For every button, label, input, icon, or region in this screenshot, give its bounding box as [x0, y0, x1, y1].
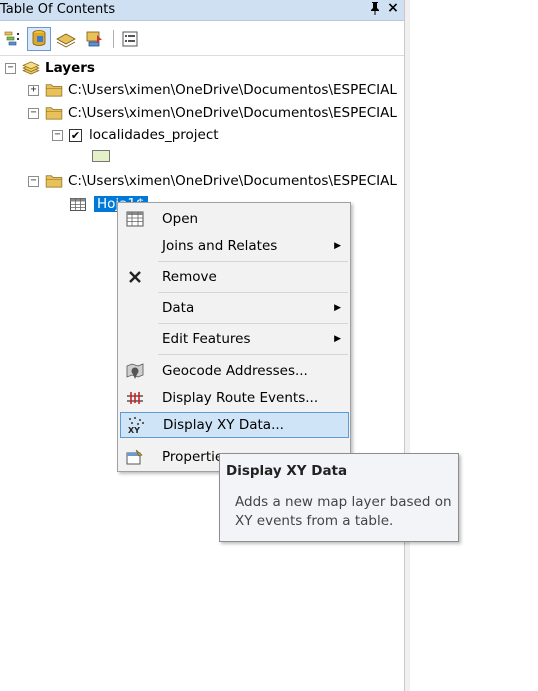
- tooltip-title: Display XY Data: [226, 463, 348, 479]
- list-by-visibility-icon[interactable]: [54, 27, 78, 51]
- menu-item-geocode-addresses[interactable]: Geocode Addresses...: [120, 358, 349, 384]
- menu-separator: [158, 292, 348, 293]
- menu-separator: [158, 323, 348, 324]
- panel-titlebar: Table Of Contents ×: [0, 0, 404, 21]
- menu-item-label: Joins and Relates: [162, 238, 278, 254]
- table-icon: [70, 197, 86, 211]
- properties-icon: [120, 449, 150, 465]
- expand-icon[interactable]: +: [28, 84, 39, 96]
- menu-item-label: Display XY Data...: [163, 417, 284, 433]
- panel-title: Table Of Contents: [0, 2, 116, 17]
- folder-path: C:\Users\ximen\OneDrive\Documentos\ESPEC…: [68, 105, 397, 121]
- tree-row-folder[interactable]: − C:\Users\ximen\OneDrive\Documentos\ESP…: [28, 171, 397, 191]
- menu-item-display-route-events[interactable]: Display Route Events...: [120, 385, 349, 411]
- menu-item-open[interactable]: Open: [120, 206, 349, 232]
- tree-row-folder[interactable]: − C:\Users\ximen\OneDrive\Documentos\ESP…: [28, 103, 397, 123]
- submenu-arrow-icon: ▶: [334, 241, 341, 251]
- options-icon[interactable]: [118, 27, 142, 51]
- tooltip-body: Adds a new map layer based on XY events …: [235, 494, 452, 529]
- geocode-icon: [120, 362, 150, 380]
- collapse-icon[interactable]: −: [52, 129, 63, 141]
- menu-item-label: Remove: [162, 269, 217, 285]
- layers-label: Layers: [45, 60, 95, 76]
- menu-item-display-xy-data[interactable]: XY Display XY Data...: [120, 412, 349, 438]
- table-icon: [120, 211, 150, 227]
- tree-row-layer[interactable]: − ✔ localidades_project: [52, 125, 219, 145]
- folder-path: C:\Users\ximen\OneDrive\Documentos\ESPEC…: [68, 82, 397, 98]
- toolbar-separator: [113, 30, 114, 48]
- menu-item-label: Edit Features: [162, 331, 251, 347]
- menu-separator: [158, 261, 348, 262]
- collapse-icon[interactable]: −: [5, 62, 16, 74]
- layer-visibility-checkbox[interactable]: ✔: [69, 128, 82, 142]
- tree-row-layers[interactable]: − Layers: [5, 58, 95, 78]
- folder-icon: [45, 175, 63, 188]
- folder-icon: [45, 84, 63, 97]
- pin-icon[interactable]: [368, 1, 382, 19]
- menu-separator: [158, 354, 348, 355]
- route-events-icon: [120, 390, 150, 406]
- folder-icon: [45, 107, 63, 120]
- remove-x-icon: [120, 270, 150, 284]
- collapse-icon[interactable]: −: [28, 175, 39, 187]
- svg-text:XY: XY: [128, 426, 140, 434]
- menu-item-edit-features[interactable]: Edit Features ▶: [120, 326, 349, 352]
- menu-item-data[interactable]: Data ▶: [120, 295, 349, 321]
- toc-toolbar: [0, 22, 404, 56]
- close-icon[interactable]: ×: [386, 0, 400, 16]
- menu-item-remove[interactable]: Remove: [120, 264, 349, 290]
- list-by-selection-icon[interactable]: [82, 27, 106, 51]
- menu-item-label: Display Route Events...: [162, 390, 319, 406]
- menu-item-label: Open: [162, 211, 199, 227]
- menu-item-label: Geocode Addresses...: [162, 363, 308, 379]
- layer-symbol-swatch: [92, 150, 110, 162]
- collapse-icon[interactable]: −: [28, 107, 39, 119]
- layers-stack-icon: [22, 61, 40, 75]
- submenu-arrow-icon: ▶: [334, 334, 341, 344]
- list-by-source-icon[interactable]: [27, 27, 51, 51]
- tree-row-folder[interactable]: + C:\Users\ximen\OneDrive\Documentos\ESP…: [28, 80, 397, 100]
- menu-item-joins-and-relates[interactable]: Joins and Relates ▶: [120, 233, 349, 259]
- submenu-arrow-icon: ▶: [334, 303, 341, 313]
- panel-splitter[interactable]: [404, 0, 410, 691]
- xy-data-icon: XY: [121, 416, 151, 434]
- list-by-drawing-order-icon[interactable]: [2, 27, 26, 51]
- folder-path: C:\Users\ximen\OneDrive\Documentos\ESPEC…: [68, 173, 397, 189]
- layer-name: localidades_project: [89, 127, 219, 143]
- tooltip: Display XY Data Adds a new map layer bas…: [219, 453, 459, 542]
- menu-item-label: Data: [162, 300, 195, 316]
- context-menu: Open Joins and Relates ▶ Remove Data ▶ E…: [117, 202, 351, 472]
